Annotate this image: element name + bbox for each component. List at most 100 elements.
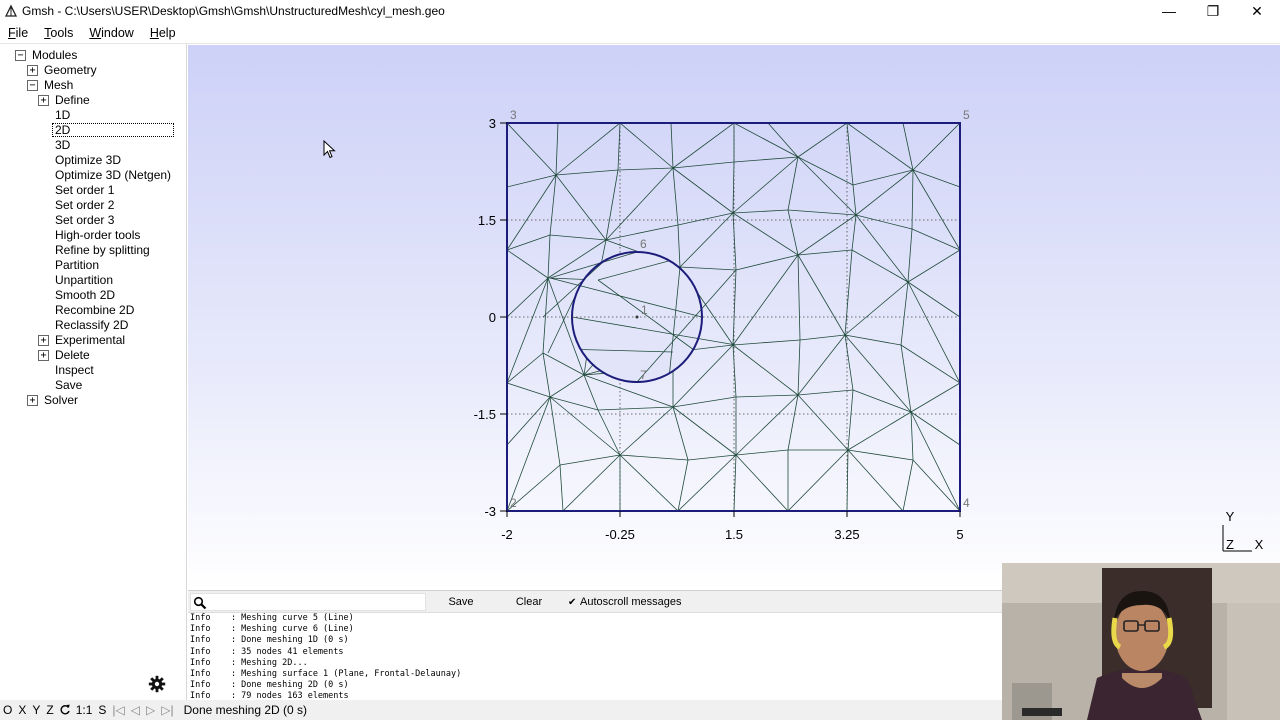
axis-indicator-x: X: [1255, 537, 1264, 552]
tree-item-set-order-2[interactable]: Set order 2: [55, 198, 114, 213]
geometry-point-label: 6: [640, 237, 647, 251]
view-origin-button[interactable]: O: [0, 703, 15, 717]
autoscroll-toggle[interactable]: ✔ Autoscroll messages: [568, 593, 682, 611]
graphics-window[interactable]: -2 -0.25 1.5 3.25 5 3 1.5 0 -1.5 -3 3 5 6 1 7 2 4 Y Z X: [188, 45, 1280, 590]
x-tick-label: -0.25: [605, 527, 635, 542]
log-line: Info : 35 nodes 41 elements: [190, 646, 344, 657]
mesh-edge: [907, 281, 961, 318]
tree-item-define[interactable]: Define: [55, 93, 90, 108]
restore-icon: ❐: [1206, 2, 1220, 19]
save-messages-button[interactable]: Save: [428, 593, 494, 611]
play-icon[interactable]: ▷: [143, 703, 158, 717]
mesh-edge: [900, 344, 961, 384]
minimize-button[interactable]: —: [1147, 0, 1191, 22]
message-search-input[interactable]: [209, 595, 423, 609]
clear-messages-button[interactable]: Clear: [494, 593, 564, 611]
tree-item-smooth-2d[interactable]: Smooth 2D: [55, 288, 115, 303]
mesh-edge: [844, 249, 853, 336]
view-y-button[interactable]: Y: [29, 703, 43, 717]
gear-icon[interactable]: [148, 675, 166, 693]
tree-item-partition[interactable]: Partition: [55, 258, 99, 273]
menu-tools[interactable]: Tools: [36, 26, 81, 40]
tree-item-modules[interactable]: Modules: [32, 48, 77, 63]
geometry-point-label: 7: [640, 368, 647, 382]
module-tree: − Modules + Geometry − Mesh + Define 1D 2D 3D Optim…: [0, 44, 187, 700]
x-tick-label: -2: [501, 527, 513, 542]
tree-item-optimize-3d-netgen[interactable]: Optimize 3D (Netgen): [55, 168, 171, 183]
tree-item-set-order-1[interactable]: Set order 1: [55, 183, 114, 198]
mesh-plot[interactable]: -2 -0.25 1.5 3.25 5 3 1.5 0 -1.5 -3 3 5 6 1 7 2 4 YZ X: [188, 45, 1280, 590]
mesh-edge: [732, 344, 799, 396]
mesh-edge: [911, 169, 914, 230]
tree-item-inspect[interactable]: Inspect: [55, 363, 94, 378]
tree-item-reclassify-2d[interactable]: Reclassify 2D: [55, 318, 128, 333]
mesh-edge: [733, 156, 799, 163]
mesh-edge: [679, 266, 737, 271]
rotate-icon[interactable]: [59, 704, 71, 716]
tree-item-3d[interactable]: 3D: [55, 138, 70, 153]
tree-item-recombine-2d[interactable]: Recombine 2D: [55, 303, 134, 318]
mesh-edge: [732, 269, 737, 346]
tree-item-solver[interactable]: Solver: [44, 393, 78, 408]
tree-item-mesh[interactable]: Mesh: [44, 78, 73, 93]
mesh-edge: [912, 459, 961, 512]
collapse-icon-mesh[interactable]: −: [27, 80, 38, 91]
play-back-icon[interactable]: ◁: [128, 703, 143, 717]
tree-item-geometry[interactable]: Geometry: [44, 63, 97, 78]
mesh-edge: [732, 212, 799, 256]
last-step-icon[interactable]: ▷|: [158, 703, 176, 717]
tree-item-high-order-tools[interactable]: High-order tools: [55, 228, 140, 243]
expand-icon-define[interactable]: +: [38, 95, 49, 106]
status-message: Done meshing 2D (0 s): [183, 703, 307, 717]
menu-file[interactable]: File: [0, 26, 36, 40]
mesh-edge: [506, 382, 551, 398]
mesh-edge: [846, 122, 914, 171]
mesh-edge: [672, 161, 735, 169]
expand-icon-solver[interactable]: +: [27, 395, 38, 406]
expand-icon-geometry[interactable]: +: [27, 65, 38, 76]
x-tick-label: 5: [956, 527, 963, 542]
scale-button[interactable]: 1:1: [73, 703, 96, 717]
mesh-edge: [672, 396, 737, 408]
checkbox-checked-icon[interactable]: ✔: [568, 597, 578, 608]
view-x-button[interactable]: X: [15, 703, 29, 717]
mesh-edge: [677, 224, 681, 268]
close-icon: ✕: [1251, 2, 1263, 19]
mesh-edge: [555, 122, 559, 176]
restore-button[interactable]: ❐: [1191, 0, 1235, 22]
geometry-point-label: 1: [641, 303, 648, 317]
axis-indicator-z: Z: [1226, 537, 1234, 552]
message-toolbar: Save Clear ✔ Autoscroll messages: [188, 591, 1002, 613]
mesh-edge: [787, 209, 799, 256]
collapse-icon-modules[interactable]: −: [15, 50, 26, 61]
mesh-edge: [542, 352, 585, 376]
mesh-edge: [506, 174, 557, 251]
tree-item-1d[interactable]: 1D: [55, 108, 70, 123]
message-search-field[interactable]: [190, 593, 426, 611]
geometry-point-label: 5: [963, 108, 970, 122]
menu-help[interactable]: Help: [142, 26, 184, 40]
message-console: Save Clear ✔ Autoscroll messages Info : …: [188, 590, 1002, 701]
tree-item-experimental[interactable]: Experimental: [55, 333, 125, 348]
autoscroll-label: Autoscroll messages: [580, 596, 682, 608]
select-button[interactable]: S: [95, 703, 109, 717]
mesh-edge: [617, 122, 621, 171]
expand-icon-delete[interactable]: +: [38, 350, 49, 361]
expand-icon-experimental[interactable]: +: [38, 335, 49, 346]
tree-item-optimize-3d[interactable]: Optimize 3D: [55, 153, 121, 168]
tree-item-refine-by-splitting[interactable]: Refine by splitting: [55, 243, 150, 258]
first-step-icon[interactable]: |◁: [109, 703, 127, 717]
close-button[interactable]: ✕: [1235, 0, 1279, 22]
tree-item-delete[interactable]: Delete: [55, 348, 90, 363]
tree-item-2d[interactable]: 2D: [52, 123, 174, 137]
log-line: Info : Done meshing 1D (0 s): [190, 635, 349, 646]
presenter-video: [1002, 563, 1280, 720]
tree-item-unpartition[interactable]: Unpartition: [55, 273, 113, 288]
log-line: Info : Meshing curve 5 (Line): [190, 613, 354, 623]
mesh-edge: [549, 374, 585, 398]
mesh-edge: [851, 249, 909, 283]
tree-item-set-order-3[interactable]: Set order 3: [55, 213, 114, 228]
view-z-button[interactable]: Z: [43, 703, 56, 717]
menu-window[interactable]: Window: [81, 26, 141, 40]
tree-item-save[interactable]: Save: [55, 378, 82, 393]
